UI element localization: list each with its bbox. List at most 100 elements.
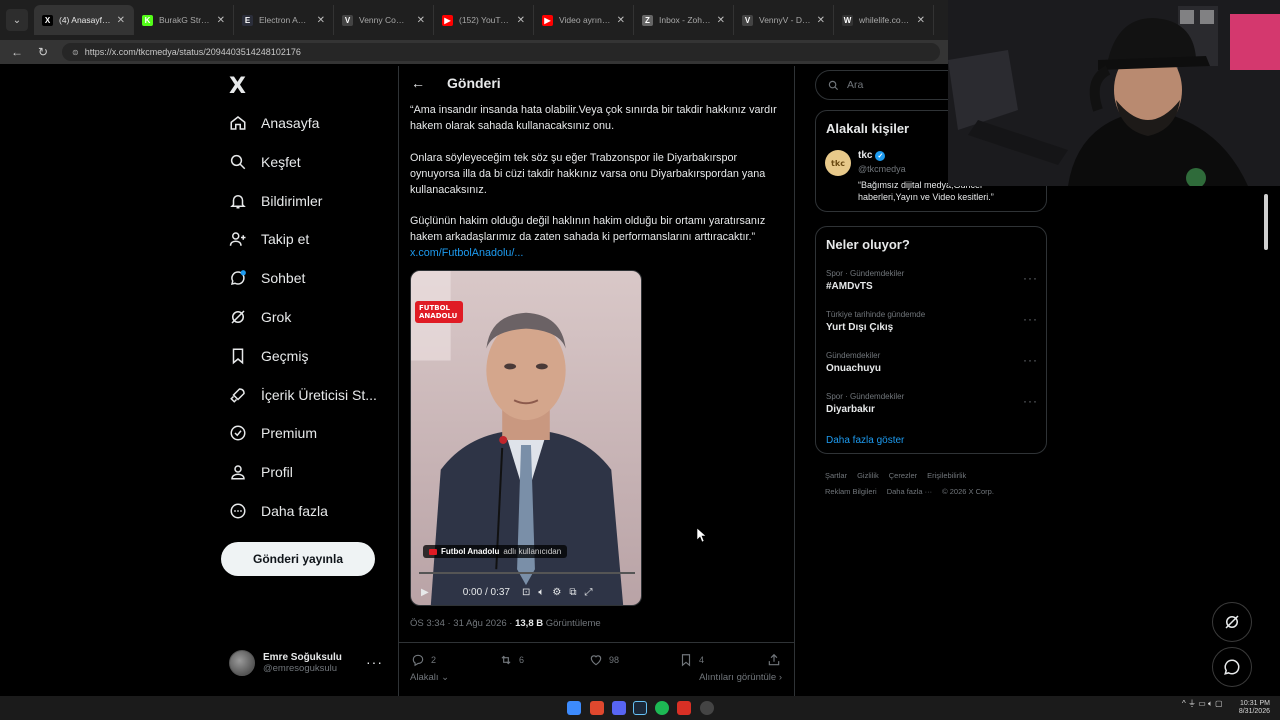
nav-item[interactable]: Sohbet <box>229 263 305 293</box>
footer-link[interactable]: © 2026 X Corp. <box>942 487 994 496</box>
nav-item-label: Anasayfa <box>261 115 320 131</box>
related-person-name[interactable]: tkc ✓ <box>858 150 886 161</box>
trend-context: Spor · Gündemdekiler <box>826 269 905 278</box>
tab-title: VennyV - Destek <box>759 15 811 25</box>
scrollbar-thumb[interactable] <box>1264 194 1268 250</box>
tab-title: Venny Community <box>359 15 411 25</box>
account-name: Emre Soğuksulu <box>263 652 342 663</box>
browser-tab[interactable]: ▶ (152) YouTube ✕ <box>434 5 534 35</box>
close-icon[interactable]: ✕ <box>917 15 925 26</box>
repost-button[interactable]: 6 <box>499 653 524 667</box>
more-dots-icon[interactable]: ··· <box>1023 394 1038 408</box>
browser-tab[interactable]: ▶ Video ayrıntıları ✕ <box>534 5 634 35</box>
tab-title: Electron Anticheat <box>259 15 311 25</box>
close-icon[interactable]: ✕ <box>517 15 525 26</box>
close-icon[interactable]: ✕ <box>317 15 325 26</box>
video-progress-bar[interactable] <box>419 572 635 574</box>
close-icon[interactable]: ✕ <box>617 15 625 26</box>
footer-link[interactable]: Gizlilik <box>857 471 879 480</box>
browser-tab[interactable]: V Venny Community ✕ <box>334 5 434 35</box>
close-icon[interactable]: ✕ <box>117 15 125 26</box>
post-timestamp[interactable]: ÖS 3:34 · 31 Ağu 2026 · <box>410 618 515 629</box>
fullscreen-icon[interactable]: ⤢ <box>584 587 592 598</box>
avatar[interactable]: tkc <box>825 150 851 176</box>
video-player[interactable]: FUTBOL ANADOLU Futbol Anadolu adlı kulla… <box>410 270 642 606</box>
nav-item[interactable]: Grok <box>229 302 291 332</box>
nav-item[interactable]: Keşfet <box>229 147 301 177</box>
close-icon[interactable]: ✕ <box>417 15 425 26</box>
nav-item[interactable]: Takip et <box>229 224 309 254</box>
footer-link[interactable]: Reklam Bilgileri <box>825 487 877 496</box>
brave-browser-icon[interactable] <box>590 701 604 715</box>
more-dots-icon[interactable]: ··· <box>1023 312 1038 326</box>
reload-icon[interactable]: ↻ <box>36 45 50 59</box>
reply-button[interactable]: 2 <box>411 653 436 667</box>
windows-start-icon[interactable] <box>567 701 581 715</box>
nav-item[interactable]: Premium <box>229 418 317 448</box>
post-button[interactable]: Gönderi yayınla <box>221 542 375 576</box>
browser-tab[interactable]: X (4) Anasayfa / X ✕ <box>34 5 134 35</box>
chat-bubble-icon <box>1224 659 1240 675</box>
tab-list-chevron-icon[interactable]: ⌄ <box>6 9 28 31</box>
close-icon[interactable]: ✕ <box>717 15 725 26</box>
footer-link[interactable]: Şartlar <box>825 471 847 480</box>
trend-item[interactable]: Spor · Gündemdekiler #AMDvTS ··· <box>826 269 1038 292</box>
video-source-name[interactable]: Futbol Anadolu <box>441 547 499 556</box>
nav-item-label: Bildirimler <box>261 192 323 209</box>
settings-gear-icon[interactable]: ⚙ <box>552 587 561 598</box>
discord-icon[interactable] <box>612 701 626 715</box>
back-arrow-icon[interactable]: ← <box>10 45 24 59</box>
bell-icon <box>230 194 246 209</box>
view-quotes-link[interactable]: Alıntıları görüntüle › <box>699 672 782 683</box>
nav-item[interactable]: Daha fazla <box>229 496 328 526</box>
nav-item[interactable]: Bildirimler <box>229 186 322 216</box>
tray-icons[interactable]: ^ ⏚ ▭ 🔈︎ ▢ <box>1182 700 1223 708</box>
captions-icon[interactable]: ⊡ <box>522 587 530 598</box>
close-icon[interactable]: ✕ <box>817 15 825 26</box>
more-dots-icon[interactable]: ··· <box>1023 271 1038 285</box>
pip-icon[interactable]: ⧉ <box>569 587 576 598</box>
trend-item[interactable]: Spor · Gündemdekiler Diyarbakır ··· <box>826 392 1038 415</box>
nav-item[interactable]: Geçmiş <box>229 341 308 371</box>
mouse-cursor-icon <box>697 528 707 542</box>
nav-item[interactable]: İçerik Üreticisi St... <box>229 380 377 410</box>
browser-tab[interactable]: Wwhilelife.com.tr ✕ <box>834 5 934 35</box>
steam-icon[interactable] <box>633 701 647 715</box>
back-arrow-icon[interactable]: ← <box>411 75 425 91</box>
bookmark-button[interactable]: 4 <box>679 653 704 667</box>
site-info-icon[interactable]: ⊜ <box>72 48 79 57</box>
messages-floating-button[interactable] <box>1212 647 1252 687</box>
browser-tab[interactable]: K BurakG Stream ✕ <box>134 5 234 35</box>
browser-tab[interactable]: Z Inbox - Zoho Mail ✕ <box>634 5 734 35</box>
play-icon[interactable]: ▶ <box>421 587 429 598</box>
close-icon[interactable]: ✕ <box>217 15 225 26</box>
show-more-link[interactable]: Daha fazla göster <box>826 435 904 446</box>
more-dots-icon[interactable]: ··· <box>366 654 383 670</box>
spotify-icon[interactable] <box>655 701 669 715</box>
post-link[interactable]: x.com/FutbolAnadolu/... <box>410 247 523 259</box>
footer-link[interactable]: Daha fazla ··· <box>887 487 932 496</box>
grok-floating-button[interactable] <box>1212 602 1252 642</box>
trend-item[interactable]: Türkiye tarihinde gündemde Yurt Dışı Çıkı… <box>826 310 1038 333</box>
obs-icon[interactable] <box>700 701 714 715</box>
futbol-anadolu-watermark: FUTBOL ANADOLU <box>415 301 463 323</box>
share-button[interactable] <box>767 653 781 667</box>
browser-tab[interactable]: V VennyV - Destek ✕ <box>734 5 834 35</box>
page-scrollbar[interactable] <box>1262 186 1270 696</box>
volume-icon[interactable]: 🔈︎ <box>538 587 544 598</box>
relevance-dropdown[interactable]: Alakalı ⌄ <box>410 672 449 683</box>
clock[interactable]: 10:31 PM 8/31/2026 <box>1236 700 1270 716</box>
footer-link[interactable]: Erişilebilirlik <box>927 471 966 480</box>
trend-item[interactable]: Gündemdekiler Onuachuyu ··· <box>826 351 1038 374</box>
url-field[interactable]: ⊜ https://x.com/tkcmedya/status/20944035… <box>62 43 940 61</box>
nav-item[interactable]: Anasayfa <box>229 108 319 138</box>
x-logo-icon[interactable]: X <box>229 74 246 99</box>
watermark-line: FUTBOL <box>419 304 450 312</box>
more-dots-icon[interactable]: ··· <box>1023 353 1038 367</box>
like-button[interactable]: 98 <box>589 653 619 667</box>
footer-link[interactable]: Çerezler <box>889 471 917 480</box>
app-icon[interactable] <box>677 701 691 715</box>
account-switcher[interactable]: Emre Soğuksulu @emresoguksulu ··· <box>229 648 389 678</box>
browser-tab[interactable]: E Electron Anticheat ✕ <box>234 5 334 35</box>
nav-item[interactable]: Profil <box>229 457 293 487</box>
